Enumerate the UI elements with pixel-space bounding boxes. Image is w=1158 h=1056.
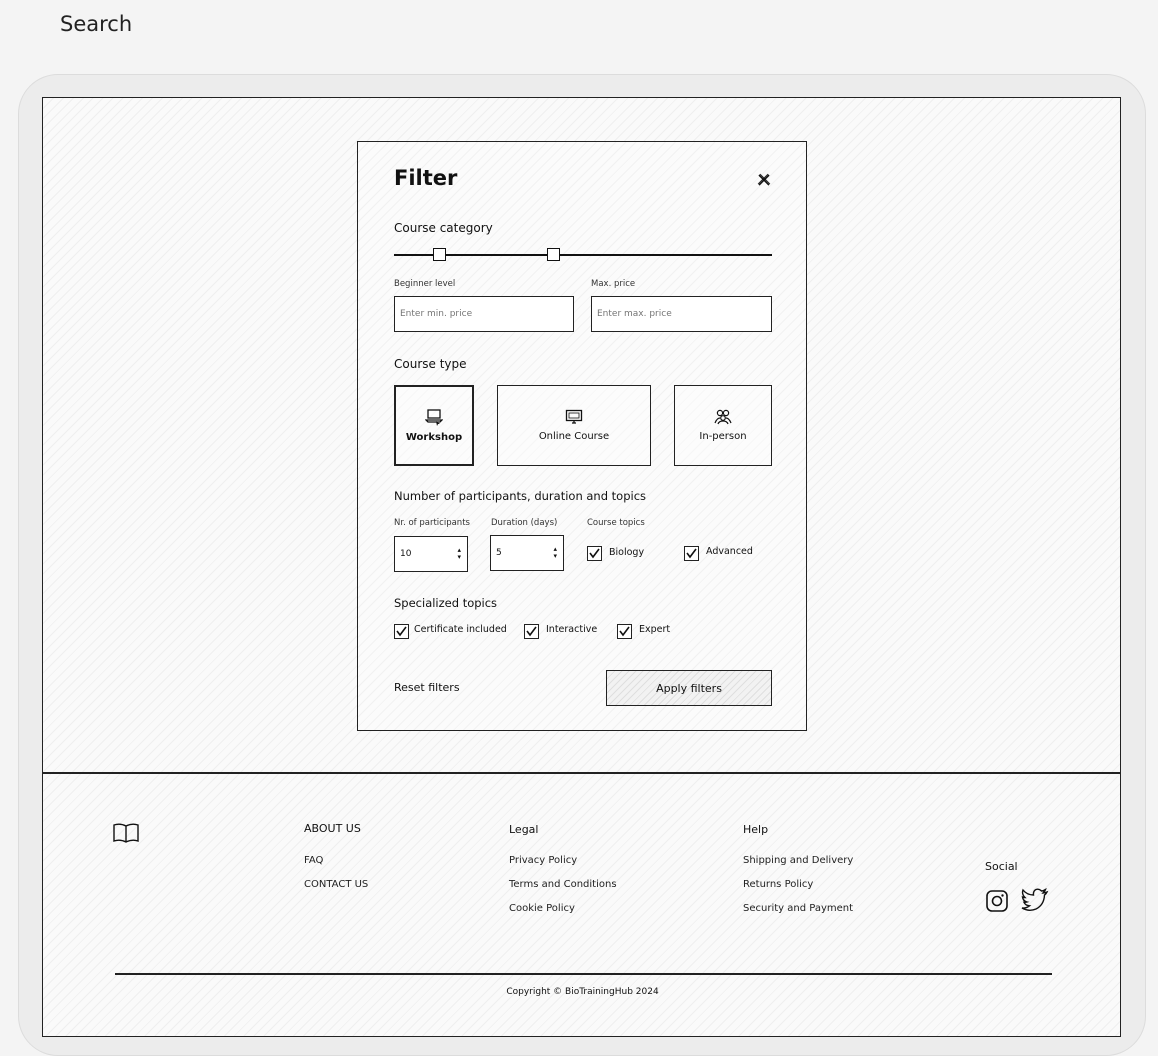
footer-link-returns[interactable]: Returns Policy: [743, 879, 813, 890]
stepper-arrows-icon[interactable]: ▴ ▾: [553, 546, 557, 560]
course-type-label: Workshop: [405, 432, 463, 443]
checkmark-icon: [619, 626, 630, 637]
checkmark-icon: [526, 626, 537, 637]
course-type-workshop[interactable]: Workshop: [394, 385, 474, 466]
topic-biology-label: Biology: [609, 547, 645, 558]
footer-link-contact[interactable]: CONTACT US: [304, 879, 368, 890]
min-price-label: Beginner level: [394, 279, 456, 289]
people-icon: [714, 409, 732, 425]
laptop-cursor-icon: [425, 409, 443, 426]
footer-link-privacy[interactable]: Privacy Policy: [509, 855, 577, 866]
page-title: Search: [60, 12, 133, 36]
course-category-label: Course category: [394, 221, 493, 235]
filter-panel: Filter Course category Beginner level Ma…: [357, 141, 807, 731]
participants-value: 10: [400, 549, 412, 559]
expert-checkbox[interactable]: [617, 624, 632, 639]
participants-stepper[interactable]: 10 ▴ ▾: [394, 536, 468, 572]
reset-filters-link[interactable]: Reset filters: [394, 681, 460, 694]
slider-max-handle[interactable]: [546, 248, 560, 261]
footer-divider: [43, 772, 1120, 774]
filter-title: Filter: [394, 166, 458, 190]
monitor-icon: [565, 409, 583, 424]
footer-link-cookie[interactable]: Cookie Policy: [509, 903, 575, 914]
legal-title: Legal: [509, 823, 539, 836]
about-title: ABOUT US: [304, 822, 361, 835]
footer-link-faq[interactable]: FAQ: [304, 855, 323, 866]
expert-label: Expert: [639, 624, 671, 635]
participants-section-label: Number of participants, duration and top…: [394, 489, 647, 503]
duration-value: 5: [496, 548, 502, 558]
wireframe-screen: Filter Course category Beginner level Ma…: [42, 97, 1121, 1037]
open-book-icon[interactable]: [112, 822, 140, 844]
stepper-arrows-icon[interactable]: ▴ ▾: [457, 547, 461, 561]
checkmark-icon: [686, 548, 697, 559]
interactive-checkbox[interactable]: [524, 624, 539, 639]
duration-label: Duration (days): [491, 518, 558, 528]
help-title: Help: [743, 823, 769, 836]
course-type-online[interactable]: Online Course: [497, 385, 651, 466]
certificate-label: Certificate included: [414, 624, 507, 635]
topic-advanced-checkbox[interactable]: [684, 546, 699, 561]
checkmark-icon: [589, 548, 600, 559]
specialized-topics-label: Specialized topics: [394, 596, 498, 610]
copyright-divider: [115, 973, 1052, 975]
course-type-label: Course type: [394, 357, 467, 371]
max-price-input[interactable]: [591, 296, 772, 332]
copyright-text: Copyright © BioTrainingHub 2024: [506, 987, 659, 997]
min-price-input[interactable]: [394, 296, 574, 332]
course-type-label: In-person: [699, 431, 747, 442]
interactive-label: Interactive: [546, 624, 598, 635]
slider-min-handle[interactable]: [433, 248, 447, 261]
twitter-icon[interactable]: [1021, 888, 1049, 912]
course-topics-label: Course topics: [587, 518, 645, 528]
certificate-checkbox[interactable]: [394, 624, 409, 639]
footer-link-shipping[interactable]: Shipping and Delivery: [743, 855, 853, 866]
category-slider-track[interactable]: [394, 254, 772, 256]
footer-link-terms[interactable]: Terms and Conditions: [509, 879, 617, 890]
instagram-icon[interactable]: [985, 889, 1009, 913]
course-type-label: Online Course: [538, 431, 610, 442]
topic-biology-checkbox[interactable]: [587, 546, 602, 561]
course-type-in-person[interactable]: In-person: [674, 385, 772, 466]
close-icon[interactable]: [756, 172, 772, 188]
social-title: Social: [985, 860, 1018, 873]
duration-stepper[interactable]: 5 ▴ ▾: [490, 535, 564, 571]
apply-filters-label: Apply filters: [656, 681, 722, 695]
checkmark-icon: [396, 626, 407, 637]
apply-filters-button[interactable]: Apply filters: [606, 670, 772, 706]
footer-link-security[interactable]: Security and Payment: [743, 903, 853, 914]
topic-advanced-label: Advanced: [706, 546, 753, 557]
participants-label: Nr. of participants: [394, 518, 470, 528]
max-price-label: Max. price: [591, 279, 636, 289]
